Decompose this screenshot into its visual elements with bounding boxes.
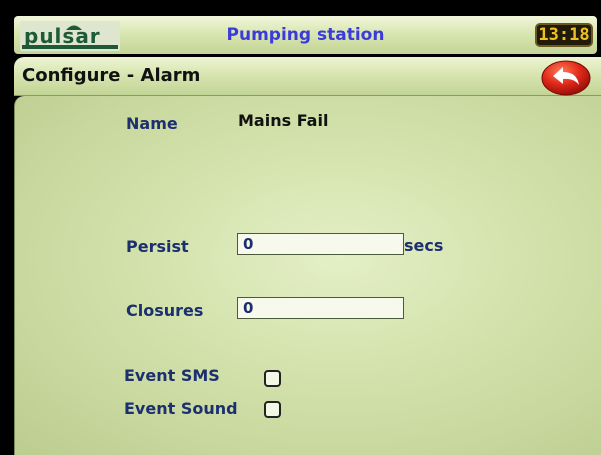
event-sms-label: Event SMS bbox=[124, 366, 220, 385]
persist-label: Persist bbox=[126, 237, 189, 256]
closures-input[interactable]: 0 bbox=[237, 297, 404, 319]
persist-input[interactable]: 0 bbox=[237, 233, 404, 255]
content-panel: Name Mains Fail Persist 0 secs Closures … bbox=[14, 96, 601, 455]
clock-display: 13:18 bbox=[535, 23, 593, 47]
name-value: Mains Fail bbox=[238, 111, 329, 130]
event-sms-checkbox[interactable] bbox=[264, 370, 281, 387]
event-sound-checkbox[interactable] bbox=[264, 401, 281, 418]
persist-unit: secs bbox=[404, 236, 444, 255]
name-label: Name bbox=[126, 114, 178, 133]
event-sound-label: Event Sound bbox=[124, 399, 238, 418]
screen-title: Configure - Alarm bbox=[22, 65, 201, 86]
back-arrow-icon bbox=[541, 60, 591, 96]
app-title: Pumping station bbox=[226, 25, 385, 45]
back-button[interactable] bbox=[541, 60, 591, 96]
screen-header: Configure - Alarm bbox=[14, 57, 601, 96]
top-bar: pulsar Pumping station 13:18 bbox=[14, 16, 597, 54]
hmi-screen: pulsar Pumping station 13:18 Configure -… bbox=[0, 0, 601, 455]
closures-label: Closures bbox=[126, 301, 204, 320]
